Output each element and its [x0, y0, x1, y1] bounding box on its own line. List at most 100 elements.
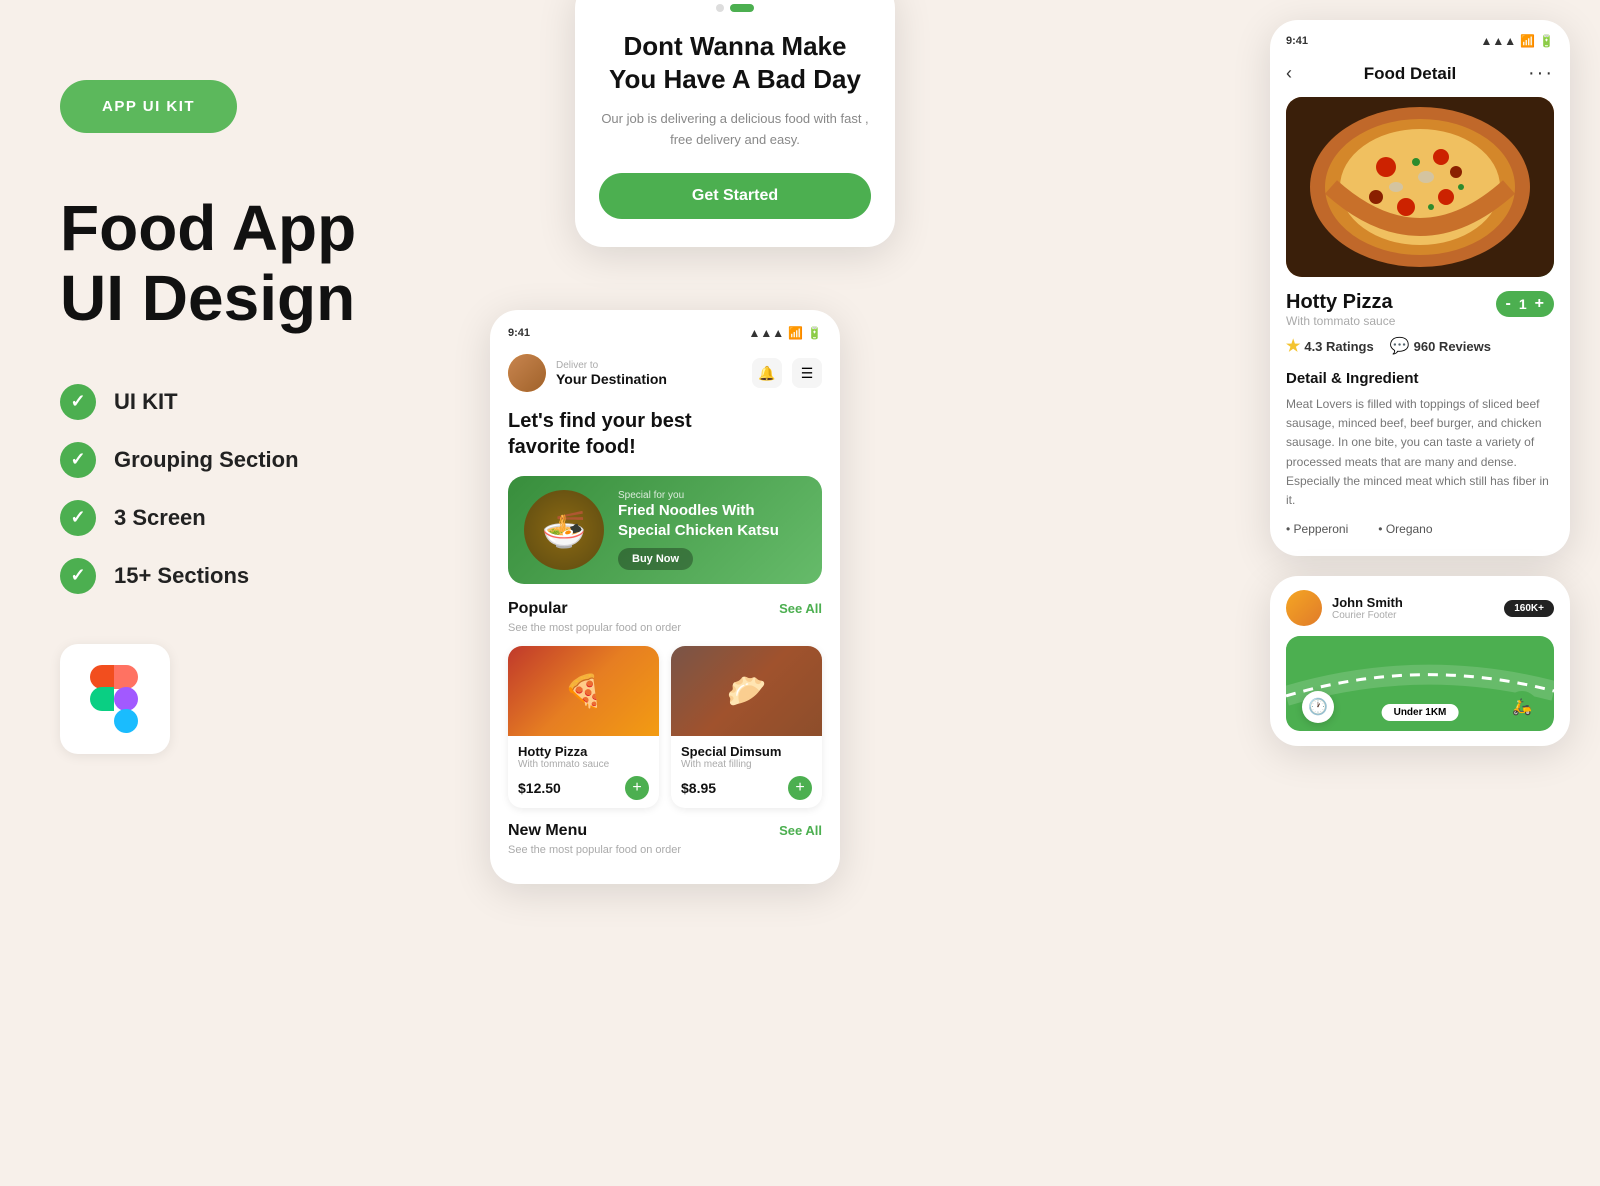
feature-label-4: 15+ Sections — [114, 563, 249, 589]
promo-banner: 🍜 Special for you Fried Noodles With Spe… — [508, 476, 822, 584]
ingredient-description: Meat Lovers is filled with toppings of s… — [1286, 395, 1554, 510]
add-dimsum-button[interactable]: + — [788, 776, 812, 800]
food-info-row: Hotty Pizza With tommato sauce - 1 + — [1286, 291, 1554, 328]
qty-minus-button[interactable]: - — [1506, 295, 1511, 313]
time-display: 9:41 — [508, 327, 530, 339]
dimsum-image: 🥟 — [671, 646, 822, 736]
popular-title: Popular — [508, 600, 568, 618]
feature-list: ✓ UI KIT ✓ Grouping Section ✓ 3 Screen ✓… — [60, 384, 440, 594]
check-icon-3: ✓ — [60, 500, 96, 536]
signal-icon: ▲▲▲ — [748, 326, 784, 340]
see-all-popular[interactable]: See All — [779, 601, 822, 616]
home-header: Deliver to Your Destination 🔔 ☰ — [508, 354, 822, 392]
more-options-button[interactable]: ··· — [1528, 62, 1554, 85]
phone-home: 9:41 ▲▲▲ 📶 🔋 Deliver to Your Destination… — [490, 310, 840, 884]
feature-label-3: 3 Screen — [114, 505, 206, 531]
dot-active — [730, 4, 754, 12]
feature-item-4: ✓ 15+ Sections — [60, 558, 440, 594]
deliver-to-label: Deliver to — [556, 360, 752, 371]
pizza-price-row: $12.50 + — [518, 776, 649, 800]
detail-wifi: 📶 — [1520, 34, 1535, 48]
deliver-destination: Your Destination — [556, 371, 752, 387]
welcome-title: Dont Wanna Make You Have A Bad Day — [599, 30, 871, 95]
detail-status-bar: 9:41 ▲▲▲ 📶 🔋 — [1286, 34, 1554, 48]
status-bar: 9:41 ▲▲▲ 📶 🔋 — [508, 326, 822, 340]
feature-item-2: ✓ Grouping Section — [60, 442, 440, 478]
feature-label-1: UI KIT — [114, 389, 178, 415]
rating-text: 4.3 Ratings — [1304, 339, 1373, 354]
check-icon-4: ✓ — [60, 558, 96, 594]
food-card-pizza: 🍕 Hotty Pizza With tommato sauce $12.50 … — [508, 646, 659, 808]
check-icon-2: ✓ — [60, 442, 96, 478]
food-detail-with: With tommato sauce — [1286, 314, 1395, 328]
see-all-new[interactable]: See All — [779, 823, 822, 838]
food-hero-image — [1286, 97, 1554, 277]
rating: ★ 4.3 Ratings — [1286, 336, 1374, 356]
detail-battery: 🔋 — [1539, 34, 1554, 48]
new-menu-header: New Menu See All — [508, 822, 822, 840]
right-section: 9:41 ▲▲▲ 📶 🔋 ‹ Food Detail ··· — [1270, 20, 1570, 746]
feature-label-2: Grouping Section — [114, 447, 299, 473]
app-ui-kit-button[interactable]: APP UI KIT — [60, 80, 237, 133]
followers-badge: 160K+ — [1504, 600, 1554, 617]
pizza-name: Hotty Pizza — [518, 744, 649, 759]
pizza-image: 🍕 — [508, 646, 659, 736]
delivery-clock-icon: 🕐 — [1302, 691, 1334, 723]
center-section: Dont Wanna Make You Have A Bad Day Our j… — [490, 0, 980, 1186]
delivery-profile: John Smith Courier Footer 160K+ — [1286, 590, 1554, 626]
promo-label: Special for you — [618, 490, 806, 501]
menu-icon-button[interactable]: ☰ — [792, 358, 822, 388]
courier-info: John Smith Courier Footer — [1332, 595, 1403, 621]
pizza-with: With tommato sauce — [518, 759, 649, 770]
wifi-icon: 📶 — [788, 326, 803, 340]
get-started-button[interactable]: Get Started — [599, 173, 871, 219]
food-name-section: Hotty Pizza With tommato sauce — [1286, 291, 1395, 328]
promo-title: Fried Noodles With Special Chicken Katsu — [618, 501, 806, 540]
dimsum-with: With meat filling — [681, 759, 812, 770]
qty-plus-button[interactable]: + — [1535, 295, 1544, 313]
dimsum-price-row: $8.95 + — [681, 776, 812, 800]
food-card-dimsum: 🥟 Special Dimsum With meat filling $8.95… — [671, 646, 822, 808]
back-button[interactable]: ‹ — [1286, 63, 1292, 84]
phone-delivery: John Smith Courier Footer 160K+ Under 1K… — [1270, 576, 1570, 746]
ingredient-tags: Pepperoni Oregano — [1286, 522, 1554, 536]
pizza-card-body: Hotty Pizza With tommato sauce $12.50 + — [508, 736, 659, 808]
chat-icon: 💬 — [1390, 336, 1410, 356]
main-title: Food App UI Design — [60, 193, 440, 334]
courier-role: Courier Footer — [1332, 610, 1403, 621]
check-icon-1: ✓ — [60, 384, 96, 420]
bell-icon-button[interactable]: 🔔 — [752, 358, 782, 388]
delivery-scooter-icon: 🛵 — [1506, 691, 1538, 723]
qty-number: 1 — [1519, 296, 1527, 312]
phone-detail: 9:41 ▲▲▲ 📶 🔋 ‹ Food Detail ··· — [1270, 20, 1570, 556]
delivery-inner: John Smith Courier Footer 160K+ Under 1K… — [1286, 590, 1554, 730]
pizza-price: $12.50 — [518, 780, 561, 796]
tag-pepperoni: Pepperoni — [1286, 522, 1348, 536]
rating-row: ★ 4.3 Ratings 💬 960 Reviews — [1286, 336, 1554, 356]
left-section: APP UI KIT Food App UI Design ✓ UI KIT ✓… — [60, 80, 440, 754]
feature-item-3: ✓ 3 Screen — [60, 500, 440, 536]
status-icons: ▲▲▲ 📶 🔋 — [748, 326, 822, 340]
battery-icon: 🔋 — [807, 326, 822, 340]
quantity-control[interactable]: - 1 + — [1496, 291, 1554, 317]
detail-time: 9:41 — [1286, 35, 1308, 47]
detail-signal: ▲▲▲ — [1480, 34, 1516, 48]
promo-text: Special for you Fried Noodles With Speci… — [618, 490, 806, 570]
dimsum-price: $8.95 — [681, 780, 716, 796]
promo-food-image: 🍜 — [524, 490, 604, 570]
add-pizza-button[interactable]: + — [625, 776, 649, 800]
home-headline: Let's find your best favorite food! — [508, 408, 822, 460]
new-menu-section: New Menu See All See the most popular fo… — [508, 822, 822, 856]
delivery-map: Under 1KM 🕐 🛵 — [1286, 636, 1554, 731]
detail-status-icons: ▲▲▲ 📶 🔋 — [1480, 34, 1554, 48]
tag-oregano: Oregano — [1378, 522, 1432, 536]
map-overlay-label: Under 1KM — [1382, 704, 1459, 721]
ingredient-title: Detail & Ingredient — [1286, 370, 1554, 387]
welcome-dots — [599, 4, 871, 12]
courier-avatar — [1286, 590, 1322, 626]
phone-welcome: Dont Wanna Make You Have A Bad Day Our j… — [575, 0, 895, 247]
courier-name: John Smith — [1332, 595, 1403, 610]
buy-now-button[interactable]: Buy Now — [618, 548, 693, 570]
reviews-text: 960 Reviews — [1414, 339, 1491, 354]
new-menu-title: New Menu — [508, 822, 587, 840]
